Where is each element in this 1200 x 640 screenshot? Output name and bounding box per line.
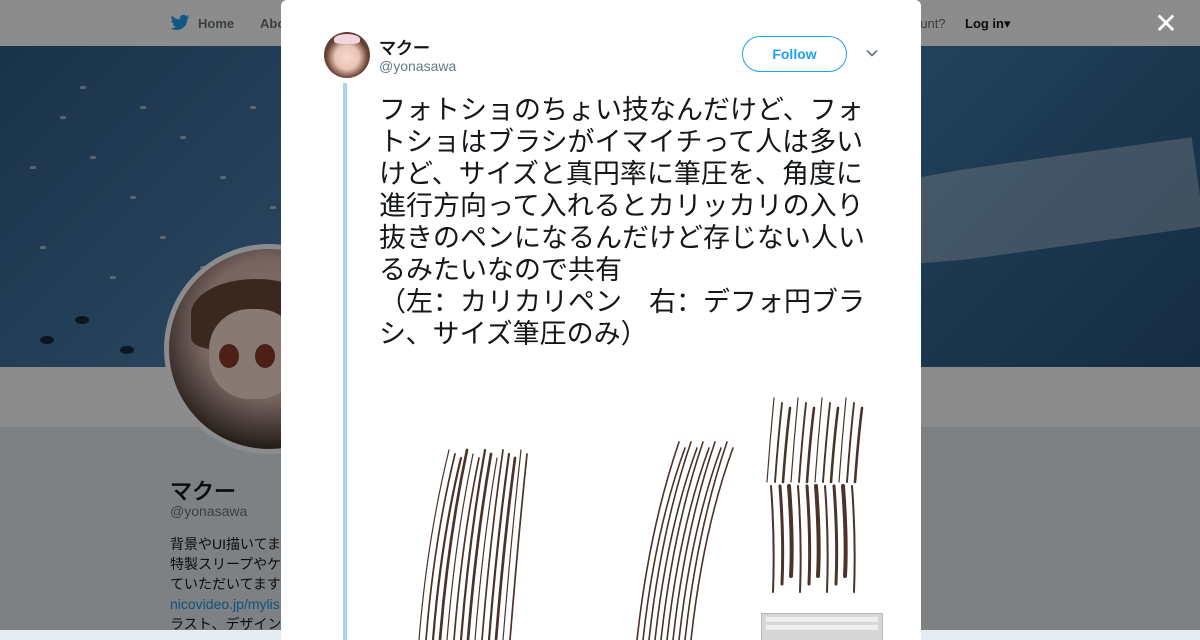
- brush-stroke: [838, 397, 847, 483]
- brush-stroke: [832, 484, 839, 586]
- brush-stroke: [805, 406, 816, 484]
- brush-stroke: [790, 397, 799, 483]
- brush-stroke: [805, 484, 812, 586]
- brush-stroke: [824, 485, 829, 593]
- brush-stroke: [841, 484, 848, 578]
- brush-stroke: [829, 406, 840, 484]
- settings-row: [766, 625, 878, 630]
- brush-stroke: [770, 485, 775, 593]
- brush-stroke: [781, 406, 792, 484]
- brush-stroke: [797, 485, 802, 593]
- brush-stroke: [778, 484, 785, 586]
- brush-stroke: [851, 485, 856, 593]
- tweet-text: フォトショのちょい技なんだけど、フォトショはブラシがイマイチって人は多いけど、サ…: [379, 95, 865, 349]
- brush-stroke: [481, 449, 504, 640]
- brush-stroke: [846, 402, 855, 483]
- avatar-cap: [334, 34, 360, 44]
- chevron-down-icon[interactable]: [865, 46, 879, 60]
- author-handle[interactable]: @yonasawa: [379, 58, 456, 74]
- settings-row: [766, 617, 878, 622]
- follow-button[interactable]: Follow: [742, 36, 847, 72]
- brush-stroke: [814, 397, 823, 483]
- brush-stroke: [787, 484, 794, 578]
- author-avatar[interactable]: [324, 32, 370, 78]
- settings-screenshot: [761, 613, 883, 640]
- brush-stroke: [853, 406, 864, 484]
- tweet-media[interactable]: [379, 370, 885, 640]
- brush-stroke: [822, 402, 831, 483]
- tweet-modal: マクー @yonasawa Follow フォトショのちょい技なんだけど、フォト…: [281, 0, 921, 640]
- brush-stroke-illustration: [418, 397, 864, 640]
- close-icon[interactable]: ✕: [1152, 10, 1180, 38]
- thread-line: [343, 83, 347, 640]
- brush-stroke: [798, 402, 807, 483]
- brush-stroke: [814, 484, 821, 578]
- brush-stroke: [766, 397, 775, 483]
- brush-stroke: [774, 402, 783, 483]
- author-name[interactable]: マクー: [379, 34, 430, 59]
